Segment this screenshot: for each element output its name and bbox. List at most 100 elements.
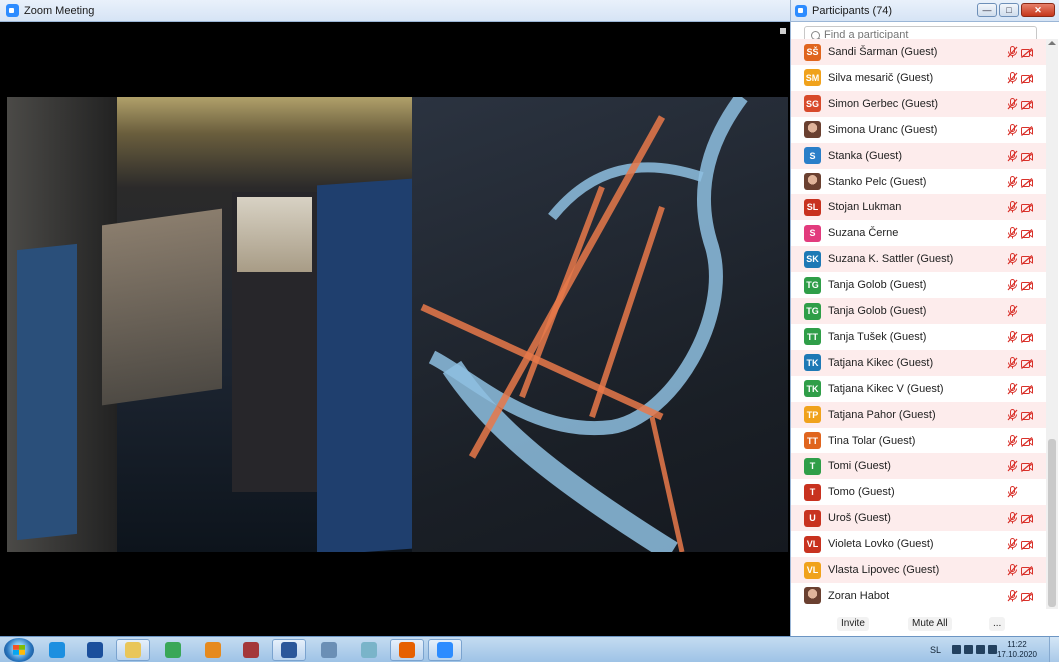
muted-mic-icon xyxy=(1007,512,1018,524)
minimize-button[interactable]: — xyxy=(977,3,997,17)
muted-mic-icon xyxy=(1007,356,1018,369)
participant-row[interactable]: SL Stojan Lukman xyxy=(791,194,1046,221)
zoom-meeting-window: Zoom Meeting xyxy=(0,0,790,636)
taskbar-app-button[interactable] xyxy=(196,639,230,661)
mute-all-button[interactable]: Mute All xyxy=(908,617,952,631)
taskbar-app-button[interactable] xyxy=(352,639,386,661)
participant-row[interactable]: SK Suzana K. Sattler (Guest) xyxy=(791,246,1046,273)
taskbar-app-button[interactable] xyxy=(428,639,462,661)
muted-mic-icon xyxy=(1007,149,1018,162)
participant-name: Sandi Šarman (Guest) xyxy=(828,46,938,58)
invite-button[interactable]: Invite xyxy=(837,617,869,631)
network-icon[interactable] xyxy=(976,645,985,654)
participant-row[interactable]: T Tomo (Guest) xyxy=(791,479,1046,505)
participant-row[interactable]: SG Simon Gerbec (Guest) xyxy=(791,90,1046,117)
participant-row[interactable]: TP Tatjana Pahor (Guest) xyxy=(791,401,1046,428)
participant-avatar: TT xyxy=(804,328,821,346)
show-desktop-button[interactable] xyxy=(1049,637,1059,662)
video-off-icon xyxy=(1021,151,1033,162)
participant-avatar: TK xyxy=(804,354,821,372)
participant-row[interactable]: VL Vlasta Lipovec (Guest) xyxy=(791,557,1046,583)
participant-row[interactable]: SŠ Sandi Šarman (Guest) xyxy=(791,39,1046,65)
chrome-icon xyxy=(165,642,181,658)
video-off-icon xyxy=(1021,461,1033,473)
taskbar-app-button[interactable] xyxy=(312,639,346,661)
taskbar-app-button[interactable] xyxy=(156,639,190,661)
participant-name: Tomo (Guest) xyxy=(828,486,895,499)
participant-row[interactable]: TG Tanja Golob (Guest) xyxy=(791,272,1046,298)
participant-avatar: SK xyxy=(804,250,821,268)
participant-row[interactable]: SM Silva mesarič (Guest) xyxy=(791,65,1046,91)
muted-mic-icon xyxy=(1007,382,1018,395)
participant-avatar: SG xyxy=(804,95,821,113)
participant-row[interactable]: T Tomi (Guest) xyxy=(791,453,1046,480)
participant-name: Tatjana Kikec V (Guest) xyxy=(828,382,944,395)
participant-name: Uroš (Guest) xyxy=(828,512,891,525)
view-options-icon[interactable] xyxy=(780,28,786,34)
participant-row[interactable]: TK Tatjana Kikec (Guest) xyxy=(791,349,1046,376)
participant-row[interactable]: Simona Uranc (Guest) xyxy=(791,117,1046,143)
participant-name: Tanja Golob (Guest) xyxy=(828,305,927,317)
language-indicator[interactable]: SL xyxy=(930,645,941,655)
participant-row[interactable]: TT Tanja Tušek (Guest) xyxy=(791,324,1046,350)
participants-list[interactable]: SŠ Sandi Šarman (Guest) SM Silva mesarič (G… xyxy=(791,39,1046,609)
clock[interactable]: 11:22 17.10.2020 xyxy=(989,640,1045,660)
participant-avatar xyxy=(804,587,821,605)
participant-row[interactable]: Stanko Pelc (Guest) xyxy=(791,169,1046,195)
meeting-window-title: Zoom Meeting xyxy=(24,4,95,17)
taskbar-app-button[interactable] xyxy=(390,639,424,661)
taskbar-app-button[interactable] xyxy=(78,639,112,661)
participant-row[interactable]: TK Tatjana Kikec V (Guest) xyxy=(791,376,1046,402)
scroll-thumb[interactable] xyxy=(1048,439,1056,607)
video-off-icon xyxy=(1021,539,1033,551)
muted-mic-icon xyxy=(1007,175,1018,188)
participants-title-bar[interactable]: Participants (74) — □ ✕ xyxy=(791,0,1059,22)
taskbar-app-button[interactable] xyxy=(40,639,74,661)
zoom-icon xyxy=(437,642,453,658)
video-exhibit-panel xyxy=(17,243,77,541)
shared-screen-video xyxy=(7,97,788,552)
participant-row[interactable]: Zoran Habot xyxy=(791,583,1046,609)
scroll-up-icon[interactable] xyxy=(1048,41,1056,45)
flag-icon[interactable] xyxy=(964,645,973,654)
muted-mic-icon xyxy=(1007,279,1018,291)
participant-avatar: SM xyxy=(804,69,821,87)
participant-row[interactable]: TG Tanja Golob (Guest) xyxy=(791,298,1046,324)
taskbar-app-button[interactable] xyxy=(272,639,306,661)
more-button[interactable]: ... xyxy=(989,617,1006,631)
participant-avatar: TG xyxy=(804,276,821,294)
tray-arrow-icon[interactable] xyxy=(952,645,961,654)
maximize-button[interactable]: □ xyxy=(999,3,1019,17)
participant-avatar: TK xyxy=(804,380,821,398)
participants-scrollbar[interactable] xyxy=(1046,39,1058,609)
video-off-icon xyxy=(1021,202,1033,214)
meeting-title-bar[interactable]: Zoom Meeting xyxy=(0,0,790,22)
notes-icon xyxy=(361,642,377,658)
participant-row[interactable]: S Suzana Černe xyxy=(791,220,1046,246)
participant-avatar: S xyxy=(804,224,821,242)
participant-row[interactable]: U Uroš (Guest) xyxy=(791,505,1046,532)
video-off-icon xyxy=(1021,332,1033,343)
participant-name: Tatjana Pahor (Guest) xyxy=(828,408,936,421)
file-explorer-icon xyxy=(125,642,141,658)
access-icon xyxy=(243,642,259,658)
taskbar-app-button[interactable] xyxy=(116,639,150,661)
video-off-icon xyxy=(1021,565,1033,576)
shared-video-area[interactable] xyxy=(7,22,788,636)
participant-avatar: TT xyxy=(804,432,821,449)
participant-row[interactable]: VL Violeta Lovko (Guest) xyxy=(791,531,1046,557)
participant-row[interactable]: S Stanka (Guest) xyxy=(791,142,1046,169)
participant-avatar: T xyxy=(804,457,821,475)
video-off-icon xyxy=(1021,410,1033,421)
participant-name: Stanka (Guest) xyxy=(828,149,902,162)
video-off-icon xyxy=(1021,513,1033,525)
muted-mic-icon xyxy=(1007,538,1018,550)
start-button[interactable] xyxy=(4,638,34,662)
participant-name: Silva mesarič (Guest) xyxy=(828,71,934,84)
close-button[interactable]: ✕ xyxy=(1021,3,1055,17)
calculator-icon xyxy=(321,642,337,658)
taskbar-app-button[interactable] xyxy=(234,639,268,661)
muted-mic-icon xyxy=(1007,46,1018,58)
video-off-icon xyxy=(1021,254,1033,266)
participant-row[interactable]: TT Tina Tolar (Guest) xyxy=(791,428,1046,454)
